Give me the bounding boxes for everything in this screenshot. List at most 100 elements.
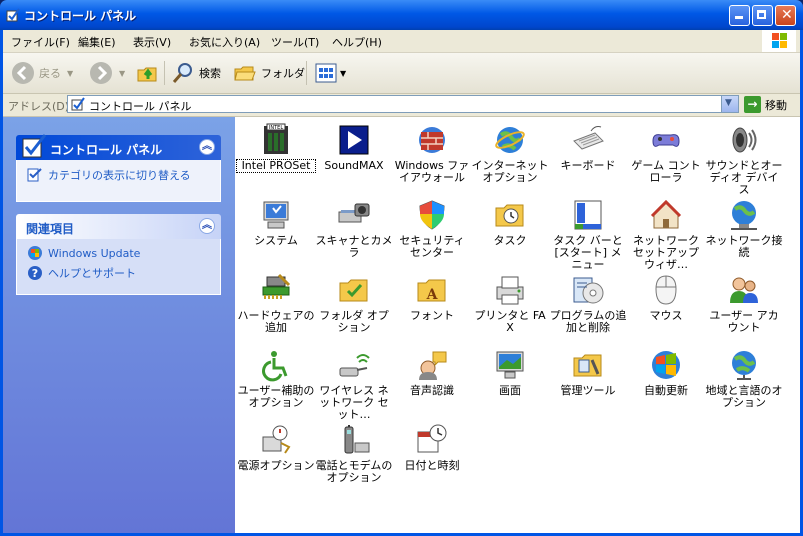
up-folder-icon	[137, 67, 157, 82]
related-section-title: 関連項目	[26, 222, 75, 236]
menu-bar: ファイル(F) 編集(E) 表示(V) お気に入り(A) ツール(T) ヘルプ(…	[3, 30, 800, 53]
region-globe-icon	[727, 348, 761, 382]
go-button[interactable]: → 移動	[744, 96, 787, 113]
folders-label: フォルダ	[261, 67, 305, 80]
cpl-item[interactable]: インターネット オプション	[471, 123, 549, 184]
switch-category-view-link[interactable]: カテゴリの表示に切り替える	[27, 167, 191, 183]
globe-icon	[493, 123, 527, 157]
cpl-item[interactable]: スキャナとカメラ	[315, 198, 393, 259]
cpl-item-label: スキャナとカメラ	[315, 234, 393, 259]
cpl-item-label: キーボード	[560, 159, 616, 172]
back-button[interactable]: 戻る ▼	[11, 61, 73, 85]
back-dropdown-icon[interactable]: ▼	[67, 69, 73, 78]
windows-update-icon	[28, 246, 42, 260]
menu-help[interactable]: ヘルプ(H)	[332, 34, 382, 50]
views-button[interactable]: ▼	[314, 61, 346, 85]
cpl-item[interactable]: 管理ツール	[549, 348, 627, 397]
cpl-item[interactable]: Windows ファイアウォール	[393, 123, 471, 184]
cpl-item[interactable]: タスク	[471, 198, 549, 247]
cpl-item[interactable]: キーボード	[549, 123, 627, 172]
back-label: 戻る	[39, 67, 61, 80]
collapse-chevron-icon[interactable]: ︽	[199, 218, 215, 234]
cpl-item[interactable]: 電話とモデムのオプション	[315, 423, 393, 484]
minimize-button[interactable]	[729, 5, 750, 26]
search-icon	[172, 63, 192, 83]
cpl-item[interactable]: システム	[237, 198, 315, 247]
cpl-item-label: Intel PROSet	[236, 159, 316, 173]
up-folder-button[interactable]	[135, 61, 159, 85]
cpl-item[interactable]: 地域と言語のオプション	[705, 348, 783, 409]
cpl-item[interactable]: A フォント	[393, 273, 471, 322]
address-label: アドレス(D)	[8, 100, 70, 113]
cpl-item-label: サウンドとオーディオ デバイス	[705, 159, 783, 196]
cpl-item[interactable]: ネットワーク接続	[705, 198, 783, 259]
go-label: 移動	[765, 98, 787, 112]
cpl-item[interactable]: ユーザー アカウント	[705, 273, 783, 334]
views-dropdown-icon[interactable]: ▼	[340, 69, 346, 78]
search-label: 検索	[199, 67, 221, 80]
collapse-chevron-icon[interactable]: ︽	[199, 139, 215, 155]
cpl-item[interactable]: タスク バーと [スタート] メニュー	[549, 198, 627, 271]
cpl-item[interactable]: 自動更新	[627, 348, 705, 397]
help-support-link[interactable]: ? ヘルプとサポート	[27, 265, 136, 281]
folders-icon	[234, 66, 256, 81]
cpl-item[interactable]: SoundMAX	[315, 123, 393, 172]
cpl-item[interactable]: ワイヤレス ネットワーク セット…	[315, 348, 393, 421]
menu-file[interactable]: ファイル(F)	[11, 34, 70, 50]
windows-update-link[interactable]: Windows Update	[27, 245, 140, 261]
close-button[interactable]: ✕	[775, 5, 796, 26]
cpl-item-label: タスク バーと [スタート] メニュー	[553, 234, 623, 271]
cpl-item-label: SoundMAX	[324, 159, 384, 172]
windows-update-label: Windows Update	[48, 246, 141, 260]
cpl-item-label: システム	[254, 234, 298, 247]
cpl-item-label: ネットワーク接続	[705, 234, 783, 259]
cpl-item-label: プリンタと FAX	[474, 309, 546, 334]
menu-tools[interactable]: ツール(T)	[271, 34, 319, 50]
maximize-button[interactable]	[752, 5, 773, 26]
cpl-item[interactable]: セキュリティ センター	[393, 198, 471, 259]
control-panel-section-header[interactable]: コントロール パネル ︽	[16, 134, 221, 160]
folder-icon	[337, 273, 371, 307]
forward-dropdown-icon[interactable]: ▼	[119, 69, 125, 78]
address-input[interactable]: コントロール パネル ▼	[67, 95, 739, 113]
cpl-item[interactable]: マウス	[627, 273, 705, 322]
help-icon: ?	[28, 266, 42, 280]
windows-update-icon	[649, 348, 683, 382]
menu-view[interactable]: 表示(V)	[133, 34, 171, 50]
cpl-item[interactable]: フォルダ オプション	[315, 273, 393, 334]
menu-favorites[interactable]: お気に入り(A)	[189, 34, 260, 50]
cpl-item-label: フォルダ オプション	[319, 309, 389, 334]
cpl-item-label: 日付と時刻	[404, 459, 460, 472]
cpl-item-label: ユーザー補助のオプション	[237, 384, 315, 409]
search-button[interactable]: 検索	[171, 61, 221, 85]
control-panel-section-body: カテゴリの表示に切り替える	[16, 160, 221, 202]
cpl-item[interactable]: 電源オプション	[237, 423, 315, 472]
menu-edit[interactable]: 編集(E)	[78, 34, 116, 50]
cpl-item[interactable]: ゲーム コントローラ	[627, 123, 705, 184]
title-bar[interactable]: コントロール パネル ✕	[0, 0, 803, 30]
cpl-item[interactable]: ユーザー補助のオプション	[237, 348, 315, 409]
toolbar-separator	[164, 61, 165, 85]
cpl-item[interactable]: INTEL Intel PROSet	[236, 123, 316, 173]
chevron-down-icon: ▼	[725, 98, 732, 108]
related-section-header[interactable]: 関連項目 ︽	[16, 214, 221, 239]
cpl-item[interactable]: ハードウェアの追加	[237, 273, 315, 334]
shield-icon	[415, 198, 449, 232]
cpl-item[interactable]: ネットワーク セットアップ ウィザ…	[627, 198, 705, 271]
address-bar: アドレス(D) コントロール パネル ▼ → 移動	[3, 94, 800, 117]
cpl-item-label: 管理ツール	[560, 384, 616, 397]
window: コントロール パネル ✕ ファイル(F) 編集(E) 表示(V) お気に入り(A…	[0, 0, 803, 536]
address-dropdown-button[interactable]: ▼	[721, 96, 738, 112]
folders-button[interactable]: フォルダ	[233, 61, 305, 85]
cpl-item[interactable]: 日付と時刻	[393, 423, 471, 472]
views-icon	[315, 63, 337, 83]
forward-button[interactable]: ▼	[89, 61, 125, 85]
toolbar: 戻る ▼ ▼ 検索 フォルダ ▼	[3, 53, 800, 94]
cpl-item[interactable]: サウンドとオーディオ デバイス	[705, 123, 783, 196]
cpl-item[interactable]: 画面	[471, 348, 549, 397]
cpl-item-label: 音声認識	[410, 384, 454, 397]
cpl-item[interactable]: 音声認識	[393, 348, 471, 397]
mouse-icon	[649, 273, 683, 307]
cpl-item[interactable]: プリンタと FAX	[471, 273, 549, 334]
cpl-item[interactable]: プログラムの追加と削除	[549, 273, 627, 334]
